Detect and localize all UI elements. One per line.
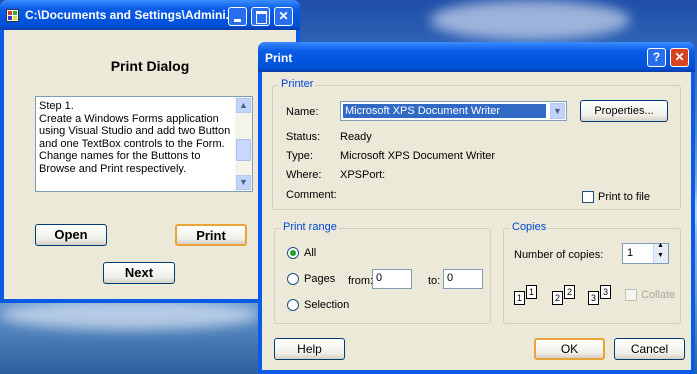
selection-radio[interactable] bbox=[287, 299, 299, 311]
type-label: Type: bbox=[286, 150, 313, 162]
print-range-group: Print range All Pages from: 0 to: 0 Sele… bbox=[274, 221, 491, 324]
scroll-down-button[interactable]: ▼ bbox=[236, 175, 251, 190]
close-icon: ✕ bbox=[278, 9, 289, 23]
printer-name-value: Microsoft XPS Document Writer bbox=[343, 104, 546, 118]
maximize-icon bbox=[256, 11, 267, 24]
collate-illustration: 1 1 2 2 3 3 bbox=[512, 283, 612, 313]
next-button[interactable]: Next bbox=[103, 262, 175, 284]
cloud bbox=[430, 0, 630, 40]
step-textbox[interactable]: Step 1. Create a Windows Forms applicati… bbox=[35, 96, 253, 192]
scroll-thumb[interactable] bbox=[236, 139, 251, 161]
cancel-button[interactable]: Cancel bbox=[614, 338, 685, 360]
copies-value: 1 bbox=[627, 247, 634, 259]
collate-page: 1 bbox=[514, 291, 525, 305]
collate-page: 3 bbox=[588, 291, 599, 305]
collate-checkbox[interactable] bbox=[625, 289, 637, 301]
main-window-title: C:\Documents and Settings\Admini... bbox=[25, 8, 236, 22]
printer-group-label: Printer bbox=[279, 78, 316, 90]
help-title-button[interactable]: ? bbox=[647, 48, 666, 67]
step-text: Step 1. Create a Windows Forms applicati… bbox=[39, 100, 231, 175]
collate-page: 2 bbox=[552, 291, 563, 305]
all-radio[interactable] bbox=[287, 247, 299, 259]
app-icon bbox=[6, 9, 19, 22]
to-input[interactable]: 0 bbox=[443, 269, 483, 289]
chevron-down-icon: ▼ bbox=[239, 177, 248, 187]
main-window-titlebar[interactable]: C:\Documents and Settings\Admini... ✕ bbox=[0, 0, 300, 30]
desktop-background: { "main_window": { "title": "C:\\Documen… bbox=[0, 0, 697, 374]
status-value: Ready bbox=[340, 131, 372, 143]
status-label: Status: bbox=[286, 131, 321, 143]
selection-label[interactable]: Selection bbox=[304, 299, 349, 311]
copies-spinner[interactable]: 1 ▲ ▼ bbox=[622, 242, 669, 264]
where-value: XPSPort: bbox=[340, 169, 386, 181]
collate-page: 1 bbox=[526, 285, 537, 299]
copies-number-label: Number of copies: bbox=[514, 249, 604, 261]
printer-group: Printer Name: Microsoft XPS Document Wri… bbox=[272, 78, 681, 210]
collate-label: Collate bbox=[641, 289, 676, 301]
copies-down-button[interactable]: ▼ bbox=[653, 252, 668, 263]
printer-name-select[interactable]: Microsoft XPS Document Writer ▼ bbox=[340, 101, 567, 121]
chevron-up-icon: ▲ bbox=[239, 100, 248, 110]
print-to-file-label[interactable]: Print to file bbox=[598, 191, 650, 203]
ok-button[interactable]: OK bbox=[534, 338, 605, 360]
print-dialog-title: Print bbox=[265, 51, 293, 65]
print-range-group-label: Print range bbox=[281, 221, 339, 233]
copies-group: Copies Number of copies: 1 ▲ ▼ 1 1 2 2 3… bbox=[503, 221, 681, 324]
cloud bbox=[0, 300, 260, 330]
dialog-close-button[interactable]: ✕ bbox=[670, 48, 689, 67]
open-button[interactable]: Open bbox=[35, 224, 107, 246]
minimize-icon bbox=[234, 19, 241, 22]
comment-label: Comment: bbox=[286, 189, 337, 201]
page-title: Print Dialog bbox=[110, 58, 190, 74]
printer-dropdown-button[interactable]: ▼ bbox=[550, 103, 565, 119]
type-value: Microsoft XPS Document Writer bbox=[340, 150, 496, 162]
print-button[interactable]: Print bbox=[175, 224, 247, 246]
chevron-up-icon: ▲ bbox=[657, 242, 664, 249]
minimize-button[interactable] bbox=[228, 7, 247, 26]
print-to-file-checkbox[interactable] bbox=[582, 191, 594, 203]
print-dialog: Print ? ✕ Printer Name: Microsoft XPS Do… bbox=[258, 42, 695, 374]
maximize-button[interactable] bbox=[251, 7, 270, 26]
all-label[interactable]: All bbox=[304, 247, 316, 259]
copies-group-label: Copies bbox=[510, 221, 549, 233]
from-label: from: bbox=[348, 275, 374, 287]
chevron-down-icon: ▼ bbox=[553, 106, 562, 116]
close-button[interactable]: ✕ bbox=[274, 7, 293, 26]
chevron-down-icon: ▼ bbox=[657, 252, 664, 259]
question-icon: ? bbox=[652, 50, 661, 64]
help-button[interactable]: Help bbox=[274, 338, 345, 360]
scroll-up-button[interactable]: ▲ bbox=[236, 98, 251, 113]
from-input[interactable]: 0 bbox=[372, 269, 412, 289]
textbox-scrollbar[interactable]: ▲ ▼ bbox=[235, 97, 252, 191]
properties-button[interactable]: Properties... bbox=[580, 100, 668, 122]
pages-label[interactable]: Pages bbox=[304, 273, 335, 285]
to-label: to: bbox=[428, 275, 441, 287]
collate-page: 2 bbox=[564, 285, 575, 299]
pages-radio[interactable] bbox=[287, 273, 299, 285]
print-dialog-titlebar[interactable]: Print ? ✕ bbox=[258, 42, 695, 72]
printer-name-label: Name: bbox=[286, 106, 319, 118]
close-icon: ✕ bbox=[674, 50, 685, 64]
where-label: Where: bbox=[286, 169, 322, 181]
main-window: C:\Documents and Settings\Admini... ✕ Pr… bbox=[0, 0, 300, 303]
collate-page: 3 bbox=[600, 285, 611, 299]
